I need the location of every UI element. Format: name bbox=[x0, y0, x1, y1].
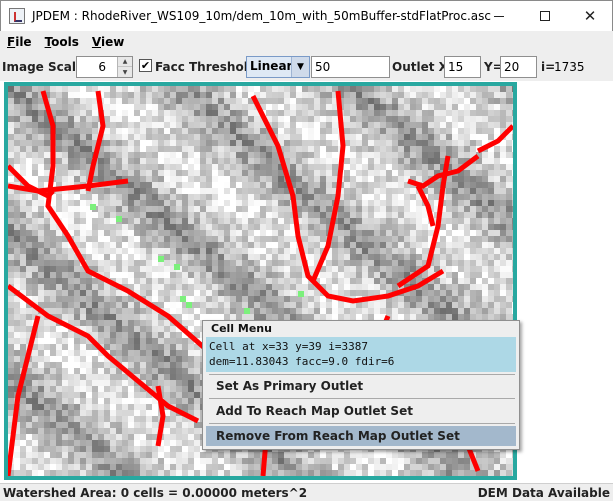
facc-threshold-checkbox[interactable]: ✔ bbox=[139, 59, 152, 72]
remove-reach-outlet-item[interactable]: Remove From Reach Map Outlet Set bbox=[206, 426, 516, 446]
menu-separator bbox=[209, 374, 515, 375]
window-title: JPDEM : RhodeRiver_WS109_10m/dem_10m_wit… bbox=[32, 9, 491, 23]
menu-file[interactable]: File bbox=[7, 35, 32, 49]
spinner-down-icon[interactable]: ▼ bbox=[118, 67, 132, 77]
image-scale-spinner[interactable]: 6 ▲ ▼ bbox=[76, 56, 133, 78]
facc-threshold-label: Facc Threshold bbox=[155, 60, 257, 74]
cell-info-panel: Cell at x=33 y=39 i=3387 dem=11.83043 fa… bbox=[206, 337, 516, 372]
title-bar[interactable]: JPDEM : RhodeRiver_WS109_10m/dem_10m_wit… bbox=[0, 0, 613, 31]
index-value: 1735 bbox=[554, 60, 585, 74]
minimize-button[interactable] bbox=[476, 1, 522, 31]
outlet-y-input[interactable]: 20 bbox=[500, 56, 537, 78]
spinner-arrows[interactable]: ▲ ▼ bbox=[117, 57, 132, 77]
scale-mode-value: Linear bbox=[250, 59, 293, 73]
menu-view[interactable]: View bbox=[92, 35, 124, 49]
cell-menu-title: Cell Menu bbox=[211, 322, 272, 335]
cell-info-line-2: dem=11.83043 facc=9.0 fdir=6 bbox=[209, 355, 395, 368]
checkmark-icon: ✔ bbox=[140, 59, 151, 72]
scale-mode-select[interactable]: Linear ▼ bbox=[246, 56, 310, 78]
image-scale-value[interactable]: 6 bbox=[77, 57, 119, 77]
spinner-up-icon[interactable]: ▲ bbox=[118, 57, 132, 67]
threshold-input[interactable]: 50 bbox=[311, 56, 390, 78]
dropdown-arrow-icon[interactable]: ▼ bbox=[291, 57, 309, 77]
add-reach-outlet-item[interactable]: Add To Reach Map Outlet Set bbox=[206, 401, 516, 421]
outlet-x-input[interactable]: 15 bbox=[444, 56, 481, 78]
menu-separator bbox=[209, 398, 515, 399]
menu-tools[interactable]: Tools bbox=[45, 35, 79, 49]
dem-status: DEM Data Available bbox=[477, 486, 610, 500]
close-icon: ✕ bbox=[583, 7, 597, 25]
status-bar: Watershed Area: 0 cells = 0.00000 meters… bbox=[0, 483, 613, 501]
watershed-area-status: Watershed Area: 0 cells = 0.00000 meters… bbox=[3, 486, 308, 500]
java-app-icon bbox=[9, 8, 25, 24]
cell-context-menu: Cell Menu Cell at x=33 y=39 i=3387 dem=1… bbox=[202, 320, 520, 450]
maximize-button[interactable] bbox=[522, 1, 568, 31]
cell-info-line-1: Cell at x=33 y=39 i=3387 bbox=[209, 340, 368, 353]
minimize-icon bbox=[494, 15, 504, 17]
close-button[interactable]: ✕ bbox=[567, 1, 613, 31]
maximize-icon bbox=[540, 11, 550, 21]
set-primary-outlet-item[interactable]: Set As Primary Outlet bbox=[206, 376, 516, 396]
image-scale-label: Image Scale bbox=[2, 60, 85, 74]
menu-bar: File Tools View bbox=[0, 31, 613, 53]
menu-separator bbox=[209, 423, 515, 424]
